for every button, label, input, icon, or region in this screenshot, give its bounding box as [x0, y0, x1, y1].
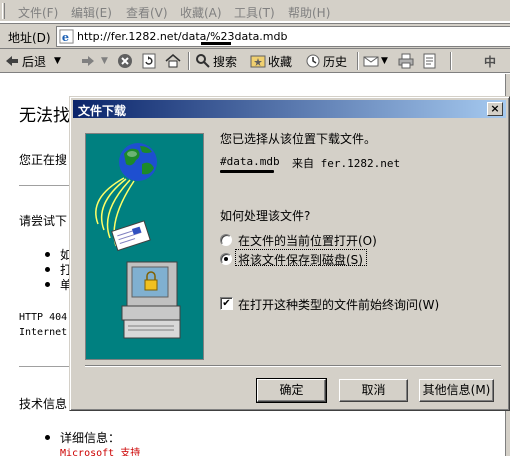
forward-arrow-icon: [82, 56, 94, 66]
close-icon: ×: [490, 102, 500, 115]
home-icon[interactable]: [165, 53, 181, 69]
menu-tools[interactable]: 工具(T): [234, 4, 275, 21]
mail-dropdown-icon[interactable]: ▼: [381, 56, 388, 66]
search-button[interactable]: 搜索: [195, 52, 237, 70]
back-button[interactable]: 后退 ▼: [4, 52, 61, 70]
download-source: 来自 fer.1282.net: [292, 157, 401, 170]
file-download-dialog: 文件下载 × 您已选择从该位置下载文件。 #data.mdb 来自 fer.12…: [69, 96, 510, 411]
back-dropdown-icon[interactable]: ▼: [54, 56, 61, 66]
back-label: 后退: [22, 54, 47, 69]
back-arrow-icon: [6, 56, 18, 66]
more-info-button[interactable]: 其他信息(M): [419, 379, 494, 402]
history-label: 历史: [323, 54, 348, 69]
dialog-titlebar[interactable]: 文件下载 ×: [73, 100, 506, 118]
mail-button[interactable]: ▼: [363, 52, 388, 70]
always-ask-checkbox[interactable]: ✔: [220, 297, 233, 310]
bullet-dot: [45, 435, 50, 440]
dialog-prompt: 您已选择从该位置下载文件。: [220, 132, 377, 146]
favorites-label: 收藏: [268, 54, 293, 69]
bullet-dot: [45, 282, 50, 287]
address-label: 地址(D): [8, 31, 51, 45]
download-filename: #data.mdb: [220, 155, 280, 168]
dialog-title: 文件下载: [78, 104, 127, 118]
address-input[interactable]: e http://fer.1282.net/data/%23data.mdb: [56, 26, 510, 47]
always-ask-label[interactable]: 在打开这种类型的文件前始终询问(W): [238, 296, 439, 313]
ie-page-icon: e: [59, 29, 74, 44]
internet-line: Internet: [19, 327, 68, 338]
tech-info-heading: 技术信息: [19, 397, 68, 411]
menu-grip: [2, 3, 5, 19]
globe-computer-illustration: [95, 143, 181, 339]
menu-edit[interactable]: 编辑(E): [71, 4, 112, 21]
address-url: http://fer.1282.net/data/%23data.mdb: [77, 30, 288, 43]
stop-icon[interactable]: [117, 53, 133, 69]
radio-open-in-place[interactable]: [220, 234, 232, 246]
edit-page-icon[interactable]: [422, 53, 438, 69]
menu-favorites[interactable]: 收藏(A): [180, 4, 222, 21]
toolbar: 后退 ▼ ▼ 搜索 收藏 历史 ▼ 中: [0, 49, 510, 73]
radio-open-label[interactable]: 在文件的当前位置打开(O): [238, 232, 377, 249]
favorites-icon: [250, 55, 266, 68]
refresh-icon[interactable]: [141, 53, 157, 69]
search-label: 搜索: [213, 54, 238, 69]
menu-view[interactable]: 查看(V): [126, 4, 168, 21]
radio-save-to-disk[interactable]: [220, 253, 232, 265]
ok-button[interactable]: 确定: [256, 378, 327, 403]
url-highlight-underline: [201, 42, 231, 45]
history-icon: [306, 54, 320, 68]
http-status-line: HTTP 404: [19, 312, 68, 323]
dialog-separator: [85, 365, 501, 367]
filename-underline: [220, 170, 274, 173]
history-button[interactable]: 历史: [305, 52, 347, 70]
menu-file[interactable]: 文件(F): [18, 4, 58, 21]
download-illustration: [85, 133, 204, 360]
bullet-dot: [45, 267, 50, 272]
toolbar-separator: [188, 52, 190, 70]
mail-icon: [363, 56, 379, 67]
bullet-dot: [45, 252, 50, 257]
forward-button[interactable]: ▼: [80, 52, 108, 70]
question-label: 如何处理该文件?: [220, 209, 311, 223]
toolbar-separator: [357, 52, 359, 70]
print-icon[interactable]: [398, 53, 414, 69]
favorites-button[interactable]: 收藏: [250, 52, 292, 70]
page-line-1: 您正在搜: [19, 153, 68, 167]
page-title: 无法找: [19, 106, 70, 126]
address-bar: 地址(D) e http://fer.1282.net/data/%23data…: [0, 23, 510, 49]
forward-dropdown-icon[interactable]: ▼: [101, 56, 108, 66]
menu-bar: 文件(F) 编辑(E) 查看(V) 收藏(A) 工具(T) 帮助(H): [0, 0, 510, 22]
radio-save-label[interactable]: 将该文件保存到磁盘(S): [238, 251, 363, 268]
close-button[interactable]: ×: [487, 102, 503, 116]
svg-text:e: e: [62, 30, 69, 44]
search-icon: [196, 54, 210, 68]
page-line-2: 请尝试下: [19, 214, 68, 228]
cancel-button[interactable]: 取消: [339, 379, 408, 402]
menu-help[interactable]: 帮助(H): [288, 4, 330, 21]
ime-indicator[interactable]: 中: [484, 52, 496, 70]
microsoft-support-link[interactable]: Microsoft 支持: [60, 444, 140, 456]
toolbar-separator: [450, 52, 452, 70]
